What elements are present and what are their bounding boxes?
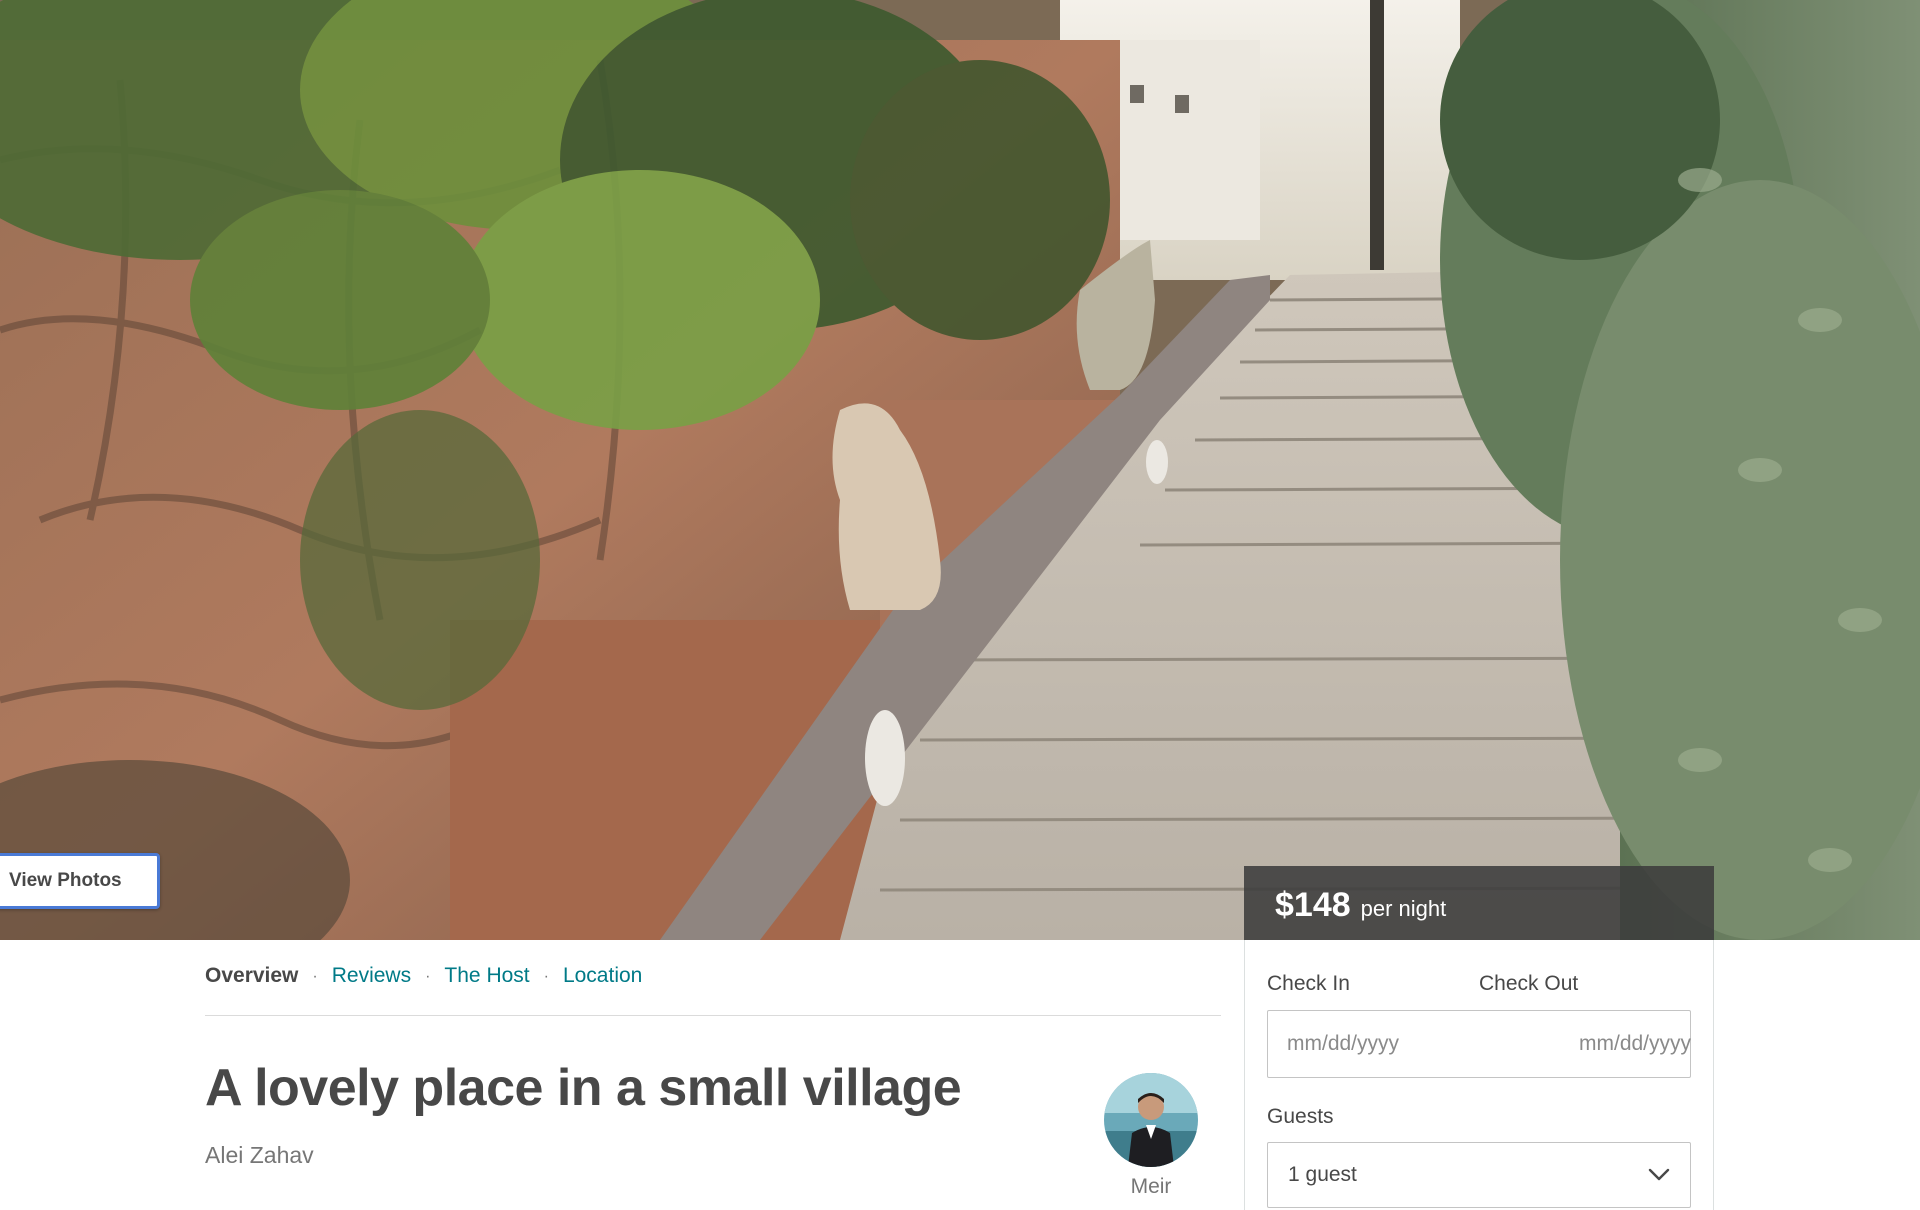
host-name[interactable]: Meir (1104, 1175, 1198, 1199)
host-photo-icon (1104, 1073, 1198, 1167)
hero-photo[interactable] (0, 0, 1920, 940)
price-unit: per night (1360, 896, 1447, 921)
guests-select[interactable]: 1 guest (1267, 1142, 1691, 1208)
check-in-label: Check In (1267, 972, 1350, 995)
listing-title: A lovely place in a small village (205, 1059, 962, 1117)
subnav-overview[interactable]: Overview (205, 964, 298, 988)
chevron-down-icon (1648, 1168, 1670, 1181)
subnav-separator: · (543, 968, 549, 985)
check-out-label: Check Out (1479, 972, 1579, 995)
price-bar: $148 per night (1244, 866, 1714, 940)
subnav-separator: · (425, 968, 431, 985)
check-out-input[interactable] (1560, 1011, 1852, 1077)
check-in-input[interactable] (1268, 1011, 1560, 1077)
subnav-the-host[interactable]: The Host (444, 964, 529, 988)
subnav-separator: · (312, 968, 318, 985)
date-range-picker (1267, 1010, 1852, 1078)
guests-value: 1 guest (1288, 1163, 1357, 1186)
view-photos-button[interactable]: View Photos (0, 853, 160, 909)
booking-panel: Check In Check Out Guests 1 guest (1244, 940, 1852, 1210)
guests-label: Guests (1267, 1105, 1334, 1128)
subnav-location[interactable]: Location (563, 964, 642, 988)
price-amount: $148 (1275, 886, 1351, 924)
garden-stairs-photo (0, 0, 1920, 940)
listing-subnav: Overview · Reviews · The Host · Location (205, 958, 1221, 1016)
listing-location[interactable]: Alei Zahav (205, 1142, 314, 1169)
subnav-reviews[interactable]: Reviews (332, 964, 411, 988)
host-avatar[interactable] (1104, 1073, 1198, 1167)
